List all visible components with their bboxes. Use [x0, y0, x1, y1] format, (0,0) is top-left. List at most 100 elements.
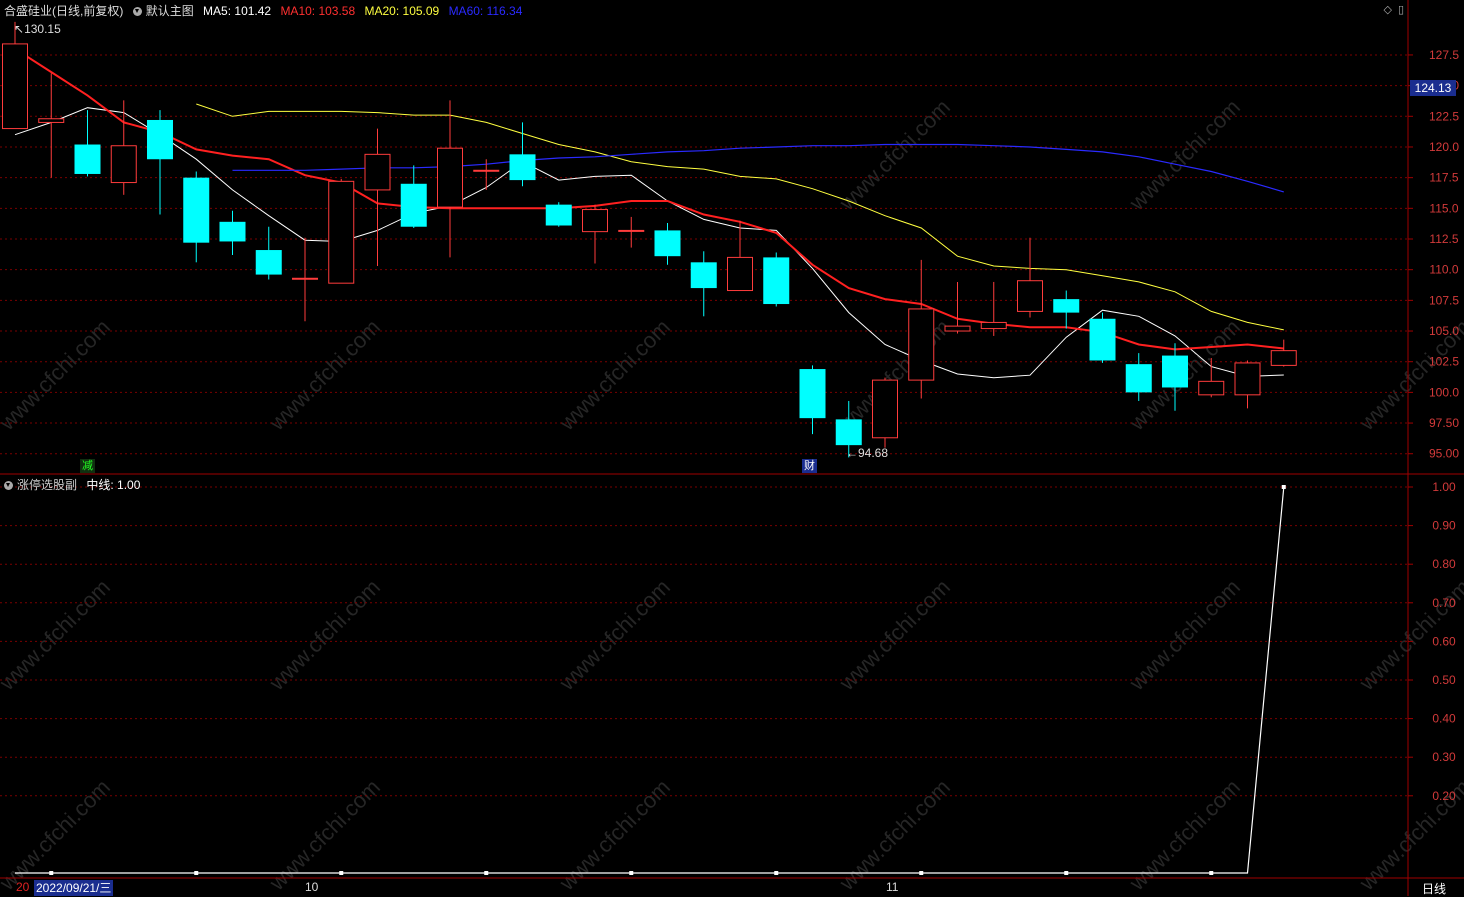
candle-body [690, 262, 717, 289]
candle [690, 251, 717, 317]
candle [654, 223, 681, 265]
watermark-text: www.cfchi.com [554, 314, 675, 435]
x-label-november: 11 [886, 880, 899, 894]
main-chart-selector[interactable]: 默认主图 [132, 4, 194, 18]
candle [2, 21, 28, 130]
candle [183, 171, 210, 263]
watermark-layer: www.cfchi.com www.cfchi.com www.cfchi.com w… [0, 94, 1464, 895]
sub-chart-header: 涨停选股副 中线: 1.00 [4, 476, 140, 493]
x-label-clipped: 20 [16, 880, 30, 894]
watermark-text: www.cfchi.com [834, 94, 955, 215]
candle-body [400, 183, 427, 227]
watermark-text: www.cfchi.com [0, 774, 115, 895]
chart-frame [0, 0, 1464, 896]
candle-body [727, 256, 753, 292]
candle-body [255, 250, 282, 275]
price-tick-label: 95.00 [1429, 447, 1459, 461]
indicator-name[interactable]: 涨停选股副 [17, 478, 77, 492]
candle-body [980, 321, 1007, 330]
window-controls[interactable]: ◇▯ [1383, 3, 1410, 16]
candle-body [1053, 299, 1080, 313]
low-value: 94.68 [858, 446, 889, 460]
ma10-label: MA10: 103.58 [280, 4, 356, 18]
maximize-icon[interactable]: ▯ [1398, 4, 1410, 16]
watermark-text: www.cfchi.com [1124, 94, 1245, 215]
candle [1234, 360, 1261, 409]
reduce-holding-tag[interactable]: 减 [80, 459, 95, 473]
candle-body [545, 204, 572, 226]
midline-point [49, 871, 54, 875]
period-button[interactable]: 日线 [1422, 880, 1446, 897]
midline-label: 中线: 1.00 [86, 478, 141, 492]
candle [1270, 339, 1297, 367]
candle [545, 202, 572, 227]
main-price-axis: 127.5125.0122.5120.0117.5115.0112.5110.0… [1408, 48, 1459, 461]
chart-canvas[interactable]: www.cfchi.com www.cfchi.com www.cfchi.com w… [0, 0, 1464, 896]
candle-body [110, 145, 137, 184]
price-tick-label: 122.5 [1429, 109, 1459, 123]
midline-point [919, 871, 924, 875]
value-tick-label: 1.00 [1432, 480, 1456, 494]
price-tick-label: 115.0 [1429, 201, 1458, 215]
candle [110, 100, 137, 195]
midline-point [774, 871, 779, 875]
ma20-label: MA20: 105.09 [364, 4, 440, 18]
price-tick-label: 127.5 [1429, 48, 1459, 62]
diamond-icon[interactable]: ◇ [1383, 4, 1397, 16]
main-chart-header: 合盛硅业(日线,前复权) 默认主图 MA5: 101.42 MA10: 103.… [4, 2, 528, 19]
candle [872, 377, 898, 448]
midline-point [629, 871, 634, 875]
watermark-text: www.cfchi.com [834, 574, 955, 695]
candle-body [473, 169, 500, 172]
midline-point [484, 871, 489, 875]
candle-body [908, 308, 935, 381]
candle [328, 178, 355, 284]
value-tick-label: 0.30 [1432, 750, 1456, 764]
candle [763, 252, 790, 307]
candle-body [1125, 364, 1152, 393]
candle-body [437, 147, 463, 208]
price-tick-label: 102.5 [1429, 355, 1459, 369]
value-tick-label: 0.50 [1432, 673, 1456, 687]
finance-report-tag[interactable]: 财 [802, 459, 817, 473]
value-tick-label: 0.80 [1432, 557, 1456, 571]
candle [727, 220, 753, 292]
dropdown-icon[interactable] [132, 7, 142, 17]
stock-name[interactable]: 合盛硅业 [4, 4, 52, 18]
dropdown-icon[interactable] [4, 481, 13, 491]
watermark-text: www.cfchi.com [554, 774, 675, 895]
price-tick-label: 120.0 [1429, 140, 1459, 154]
candle-body [654, 230, 681, 257]
watermark-text: www.cfchi.com [554, 574, 675, 695]
watermark-text: www.cfchi.com [0, 574, 115, 695]
candle-body [2, 43, 28, 130]
value-tick-label: 0.60 [1432, 634, 1456, 648]
main-chart-label: 默认主图 [145, 4, 194, 18]
candle-body [1234, 362, 1261, 396]
value-tick-label: 0.20 [1432, 789, 1456, 803]
candle [1053, 290, 1080, 329]
candle [219, 210, 246, 255]
high-value: 130.15 [24, 22, 61, 36]
midline-point [1281, 485, 1286, 489]
candle-body [1017, 280, 1043, 312]
value-tick-label: 0.40 [1432, 712, 1456, 726]
price-tick-label: 107.5 [1429, 293, 1459, 307]
candle [980, 281, 1007, 336]
price-tick-label: 110.0 [1429, 263, 1458, 277]
candle-body [872, 379, 898, 439]
candle-body [835, 419, 862, 446]
value-tick-label: 0.70 [1432, 596, 1456, 610]
candle-body [799, 369, 826, 419]
candle-body [1198, 380, 1225, 396]
candle-body [219, 221, 246, 242]
candle-body [364, 153, 391, 191]
price-tick-label: 117.5 [1429, 171, 1458, 185]
midline-point [194, 871, 199, 875]
candle [908, 259, 935, 399]
watermark-text: www.cfchi.com [264, 574, 385, 695]
candle-body [38, 118, 65, 123]
low-marker: ←94.68 [846, 446, 889, 460]
candle-body [292, 277, 318, 280]
watermark-text: www.cfchi.com [0, 314, 115, 435]
